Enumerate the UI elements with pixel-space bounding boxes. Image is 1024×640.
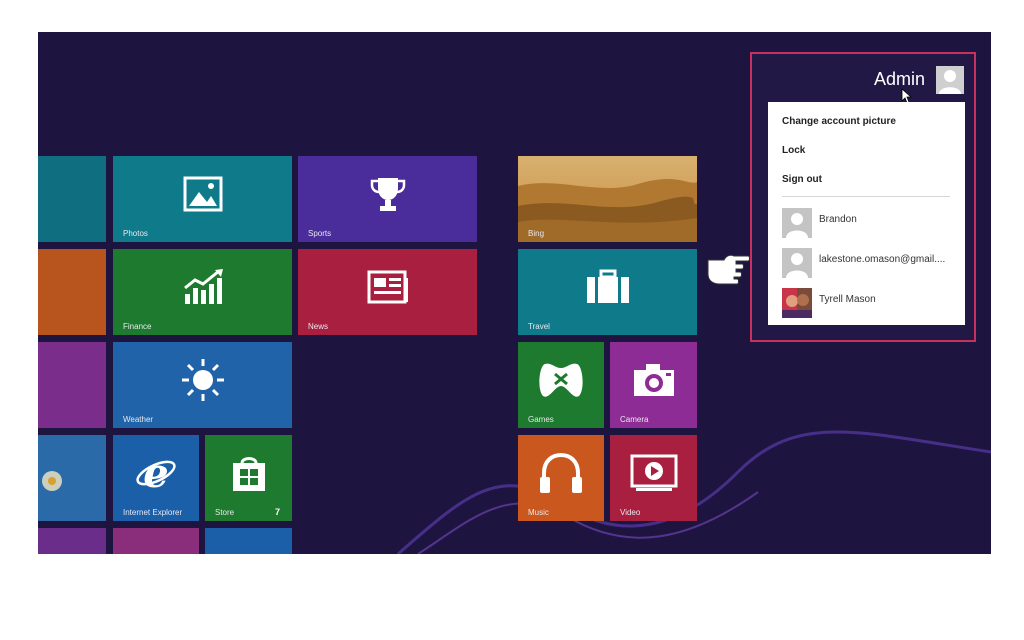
account-menu: Change account picture Lock Sign out Bra… bbox=[768, 102, 965, 325]
default-user-icon bbox=[782, 248, 812, 278]
tile-sports-label: Sports bbox=[308, 229, 332, 238]
camera-icon bbox=[633, 363, 674, 396]
tile-video-label: Video bbox=[620, 508, 641, 517]
menu-divider bbox=[782, 196, 950, 197]
change-account-picture-item[interactable]: Change account picture bbox=[782, 116, 896, 127]
user-icon bbox=[936, 66, 964, 94]
tile-sports[interactable]: Sports bbox=[298, 156, 477, 242]
tile-store-label: Store bbox=[215, 508, 235, 517]
user-item-email[interactable]: lakestone.omason@gmail.... bbox=[782, 248, 957, 278]
user-item-brandon[interactable]: Brandon bbox=[782, 208, 957, 238]
tile-photos[interactable]: Photos bbox=[113, 156, 292, 242]
pointing-hand-icon bbox=[707, 254, 750, 285]
store-badge: 7 bbox=[274, 507, 280, 517]
tile-bing-label: Bing bbox=[528, 229, 545, 238]
tile-camera-label: Camera bbox=[620, 415, 649, 424]
tile-news[interactable]: News bbox=[298, 249, 477, 335]
tile-partial-orange[interactable] bbox=[38, 249, 106, 335]
user-name: Tyrell Mason bbox=[819, 294, 876, 305]
tile-weather-label: Weather bbox=[123, 415, 154, 424]
trophy-icon bbox=[370, 177, 405, 211]
svg-text:e: e bbox=[143, 451, 168, 495]
chart-icon bbox=[183, 268, 223, 304]
tile-finance[interactable]: Finance bbox=[113, 249, 292, 335]
start-screen: Photos Sports Finance News Weather e Int… bbox=[38, 32, 991, 554]
tile-news-label: News bbox=[308, 322, 329, 331]
tile-partial-teal[interactable] bbox=[38, 156, 106, 242]
sign-out-item[interactable]: Sign out bbox=[782, 174, 822, 185]
tile-travel[interactable]: Travel bbox=[518, 249, 697, 335]
tile-finance-label: Finance bbox=[123, 322, 152, 331]
headphones-icon bbox=[540, 452, 582, 493]
tile-video[interactable]: Video bbox=[610, 435, 697, 521]
photo-icon bbox=[183, 176, 222, 212]
tile-photos-label: Photos bbox=[123, 229, 148, 238]
desert-image bbox=[518, 156, 697, 242]
tile-travel-label: Travel bbox=[528, 322, 550, 331]
tile-internet-explorer[interactable]: e Internet Explorer bbox=[113, 435, 199, 521]
store-icon bbox=[232, 456, 265, 491]
tile-weather[interactable]: Weather bbox=[113, 342, 292, 428]
account-username[interactable]: Admin bbox=[874, 69, 925, 90]
user-avatar bbox=[782, 288, 812, 318]
tile-store[interactable]: Store 7 bbox=[205, 435, 292, 521]
suitcase-icon bbox=[586, 269, 629, 303]
tile-internet-explorer-label: Internet Explorer bbox=[123, 508, 183, 517]
user-avatar bbox=[782, 208, 812, 238]
play-icon bbox=[630, 454, 677, 491]
tile-games-label: Games bbox=[528, 415, 554, 424]
tile-music-label: Music bbox=[528, 508, 549, 517]
tile-partial-desktop[interactable] bbox=[38, 435, 106, 521]
photo-avatar bbox=[782, 288, 812, 318]
tile-games[interactable]: Games bbox=[518, 342, 604, 428]
tile-partial-bottom-2[interactable] bbox=[205, 528, 292, 554]
sun-icon bbox=[181, 358, 224, 401]
user-name: lakestone.omason@gmail.... bbox=[819, 254, 946, 265]
user-avatar bbox=[782, 248, 812, 278]
user-name: Brandon bbox=[819, 214, 857, 225]
lock-item[interactable]: Lock bbox=[782, 145, 805, 156]
flower-icon bbox=[42, 471, 62, 491]
ie-icon: e bbox=[136, 451, 176, 495]
tile-music[interactable]: Music bbox=[518, 435, 604, 521]
user-item-tyrell-mason[interactable]: Tyrell Mason bbox=[782, 288, 957, 318]
xbox-controller-icon bbox=[539, 363, 583, 397]
default-user-icon bbox=[782, 208, 812, 238]
tile-partial-bottom-1[interactable] bbox=[113, 528, 199, 554]
tile-bing[interactable]: Bing bbox=[518, 156, 697, 242]
newspaper-icon bbox=[367, 270, 408, 304]
account-avatar[interactable] bbox=[936, 66, 964, 94]
tile-partial-bottom-left[interactable] bbox=[38, 528, 106, 554]
tile-camera[interactable]: Camera bbox=[610, 342, 697, 428]
tile-partial-magenta[interactable] bbox=[38, 342, 106, 428]
